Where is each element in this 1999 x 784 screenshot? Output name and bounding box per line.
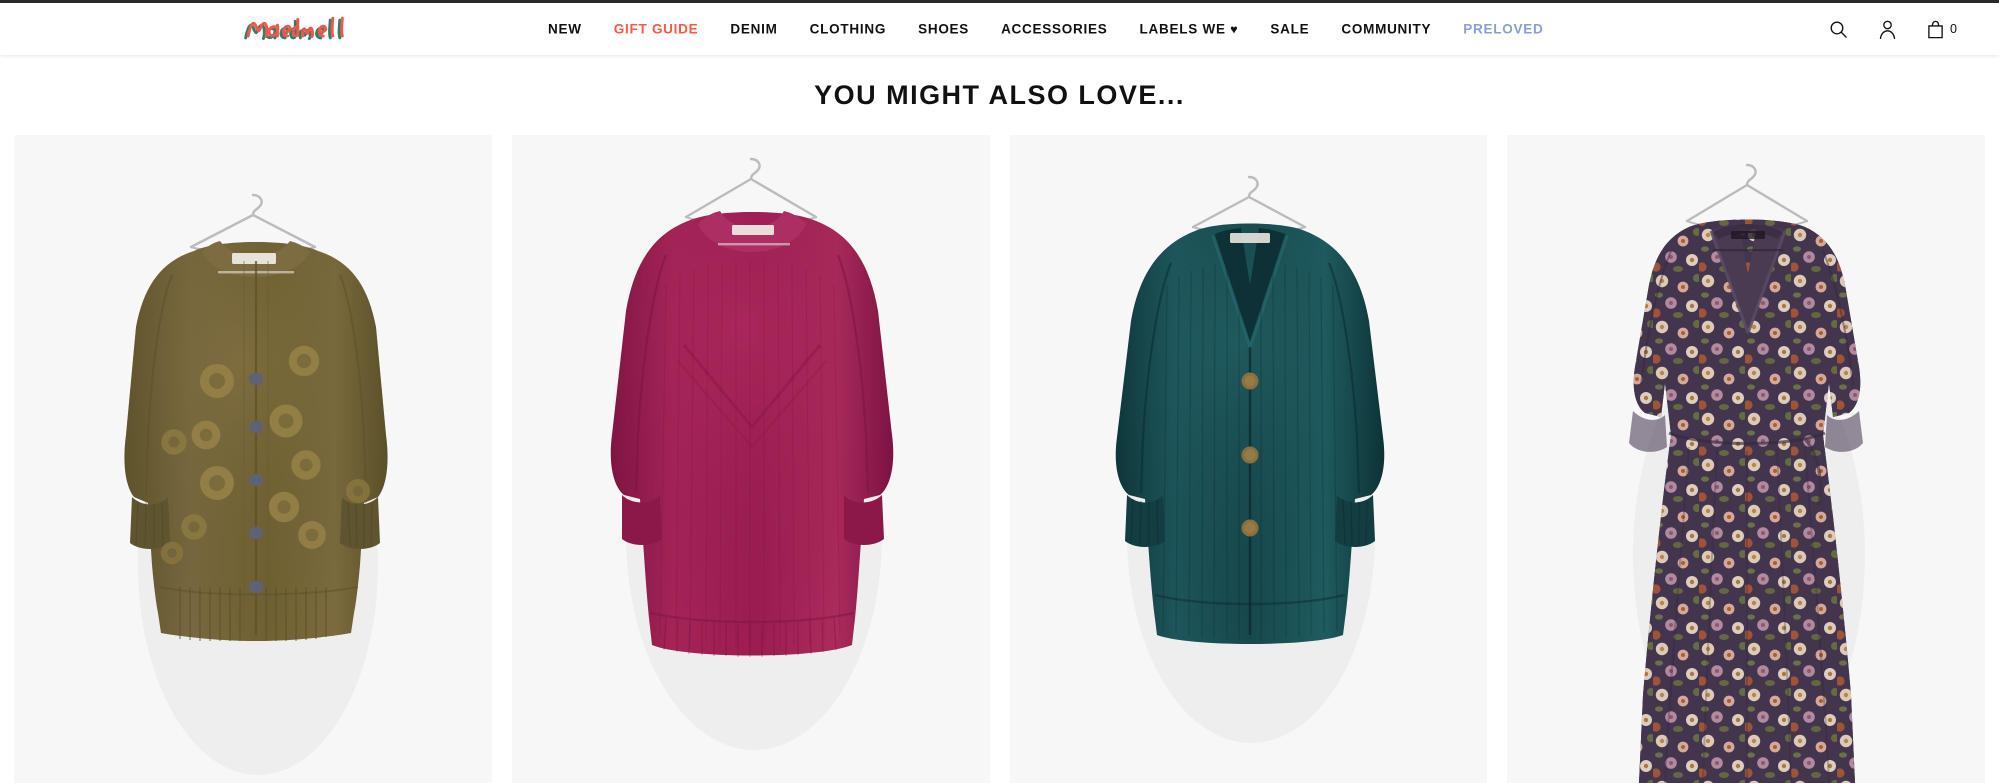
product-grid	[0, 135, 1999, 783]
nav-item-labels-we-love[interactable]: LABELS WE ♥	[1124, 18, 1255, 40]
nav-item-accessories[interactable]: ACCESSORIES	[985, 18, 1123, 40]
nav-item-clothing[interactable]: CLOTHING	[794, 18, 902, 40]
product-card-olive-cardigan[interactable]	[14, 135, 492, 783]
shopping-bag-icon	[1928, 20, 1943, 38]
account-button[interactable]	[1878, 19, 1897, 39]
nav-item-new[interactable]: NEW	[532, 18, 598, 40]
search-icon	[1830, 21, 1847, 38]
product-card-berry-pullover[interactable]	[511, 135, 990, 783]
madewell-logo[interactable]: Madewell	[238, 12, 378, 46]
nav-item-gift-guide[interactable]: GIFT GUIDE	[598, 18, 715, 40]
product-image-olive-cardigan	[14, 135, 492, 783]
primary-navigation: NEW GIFT GUIDE DENIM CLOTHING SHOES ACCE…	[532, 18, 1560, 40]
product-card-floral-dress[interactable]	[1507, 135, 1985, 783]
product-image-floral-dress	[1507, 135, 1985, 783]
bag-count-badge: 0	[1950, 21, 1957, 36]
nav-item-preloved[interactable]: PRELOVED	[1447, 18, 1559, 40]
nav-item-shoes[interactable]: SHOES	[902, 18, 985, 40]
product-image-teal-cardigan	[1010, 135, 1488, 783]
utility-icons: 0	[1829, 19, 1957, 39]
product-image-berry-pullover	[512, 135, 990, 783]
product-card-teal-cardigan[interactable]	[1009, 135, 1488, 783]
search-button[interactable]	[1829, 20, 1848, 39]
nav-item-sale[interactable]: SALE	[1254, 18, 1325, 40]
logo-text: Madewell	[238, 46, 239, 47]
heart-icon: ♥	[1230, 22, 1239, 37]
shopping-bag-button[interactable]: 0	[1927, 20, 1957, 39]
nav-label-text: LABELS WE	[1139, 21, 1231, 37]
site-header: Madewell NEW GIFT GUIDE DENIM CLOTHING S…	[0, 3, 1999, 55]
nav-item-denim[interactable]: DENIM	[714, 18, 793, 40]
nav-item-community[interactable]: COMMUNITY	[1325, 18, 1447, 40]
account-icon	[1879, 20, 1896, 39]
section-heading: YOU MIGHT ALSO LOVE...	[814, 80, 1185, 110]
